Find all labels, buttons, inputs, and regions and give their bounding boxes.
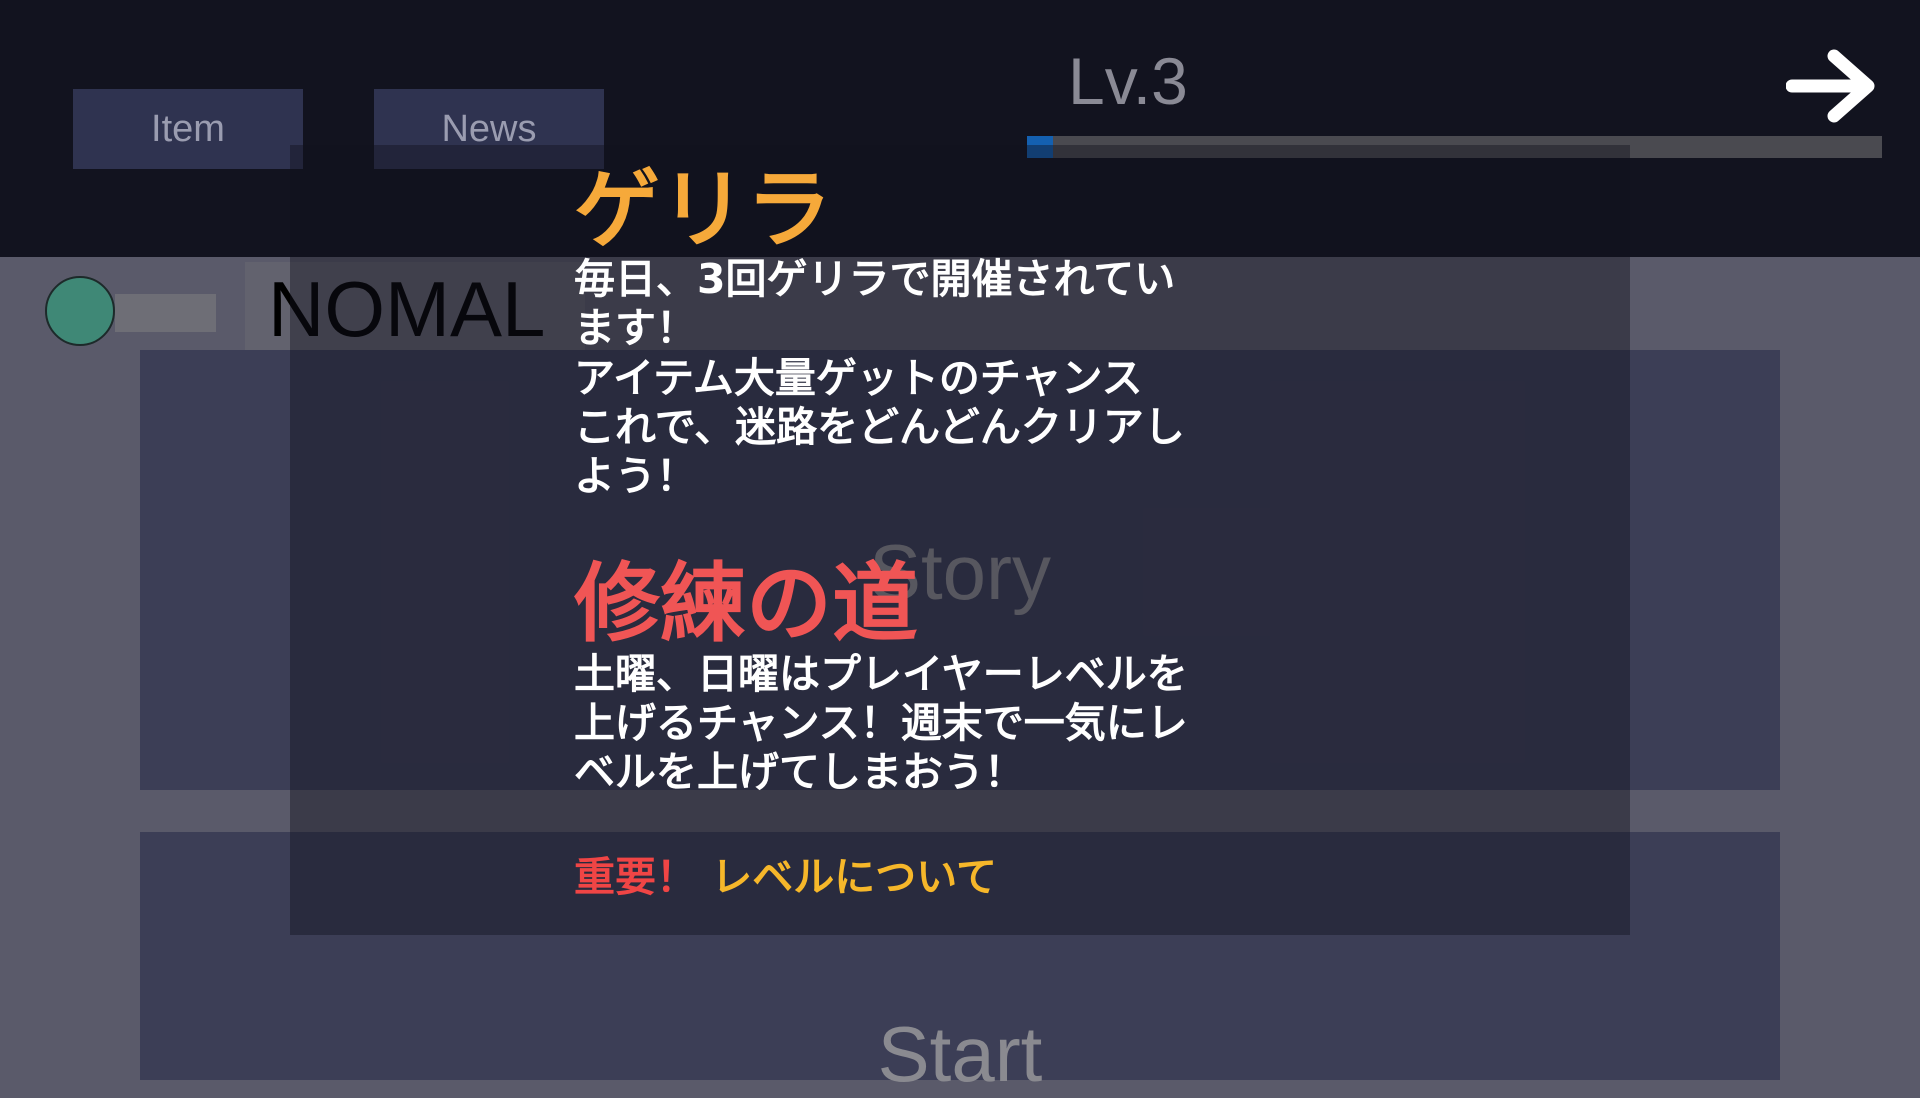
training-event-text: 土曜、日曜はプレイヤーレベルを 上げるチャンス！週末で一気にレ ベルを上げてしま…: [574, 649, 1188, 796]
start-button-label: Start: [877, 1010, 1043, 1098]
news-content: ゲリラ 毎日、3回ゲリラで開催されてい ます！ アイテム大量ゲットのチャンス こ…: [574, 165, 1334, 902]
player-level-label: Lv.3: [1068, 44, 1188, 118]
guerrilla-event-text: 毎日、3回ゲリラで開催されてい ます！ アイテム大量ゲットのチャンス これで、迷…: [574, 255, 1185, 501]
important-notice-heading: 重要！ レベルについて: [574, 853, 1334, 902]
guerrilla-event-title: ゲリラ: [574, 160, 832, 260]
mode-toggle-track[interactable]: [115, 294, 216, 332]
mode-toggle-knob[interactable]: [45, 276, 115, 346]
news-panel[interactable]: ゲリラ 毎日、3回ゲリラで開催されてい ます！ アイテム大量ゲットのチャンス こ…: [290, 145, 1630, 935]
training-event-title: 修練の道: [574, 554, 918, 655]
right-arrow-icon[interactable]: [1786, 48, 1878, 124]
important-label: 重要！: [574, 853, 697, 902]
item-tab-button[interactable]: Item: [73, 89, 303, 169]
important-topic: レベルについて: [711, 853, 998, 902]
